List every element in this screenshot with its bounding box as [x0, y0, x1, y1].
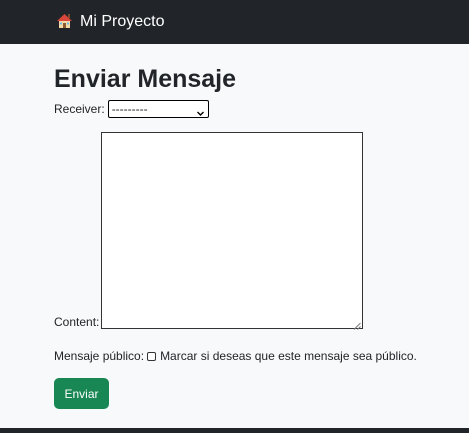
page-title: Enviar Mensaje — [54, 65, 237, 93]
receiver-selected-value: --------- — [111, 102, 148, 116]
top-navbar: Mi Proyecto — [0, 0, 469, 44]
chevron-down-icon — [196, 106, 204, 116]
content-textarea[interactable] — [101, 132, 364, 330]
content-label: Content: — [54, 315, 100, 329]
receiver-select[interactable]: --------- — [107, 100, 209, 118]
public-checkbox-text: Marcar si deseas que este mensaje sea pú… — [160, 349, 417, 363]
receiver-row: Receiver: --------- — [54, 100, 209, 118]
house-icon — [56, 13, 73, 29]
resize-handle-icon[interactable] — [353, 319, 362, 330]
brand-link[interactable]: Mi Proyecto — [56, 13, 164, 31]
public-label: Mensaje público: — [54, 349, 145, 363]
message-form: Enviar Mensaje Receiver: --------- Conte… — [54, 62, 454, 409]
brand-label: Mi Proyecto — [80, 13, 165, 30]
submit-button[interactable]: Enviar — [54, 378, 109, 409]
bottom-bar — [0, 428, 469, 433]
public-checkbox[interactable] — [147, 351, 157, 361]
public-row: Mensaje público: Marcar si deseas que es… — [54, 349, 417, 363]
content-row: Content: — [54, 132, 364, 330]
receiver-label: Receiver: — [54, 102, 105, 116]
